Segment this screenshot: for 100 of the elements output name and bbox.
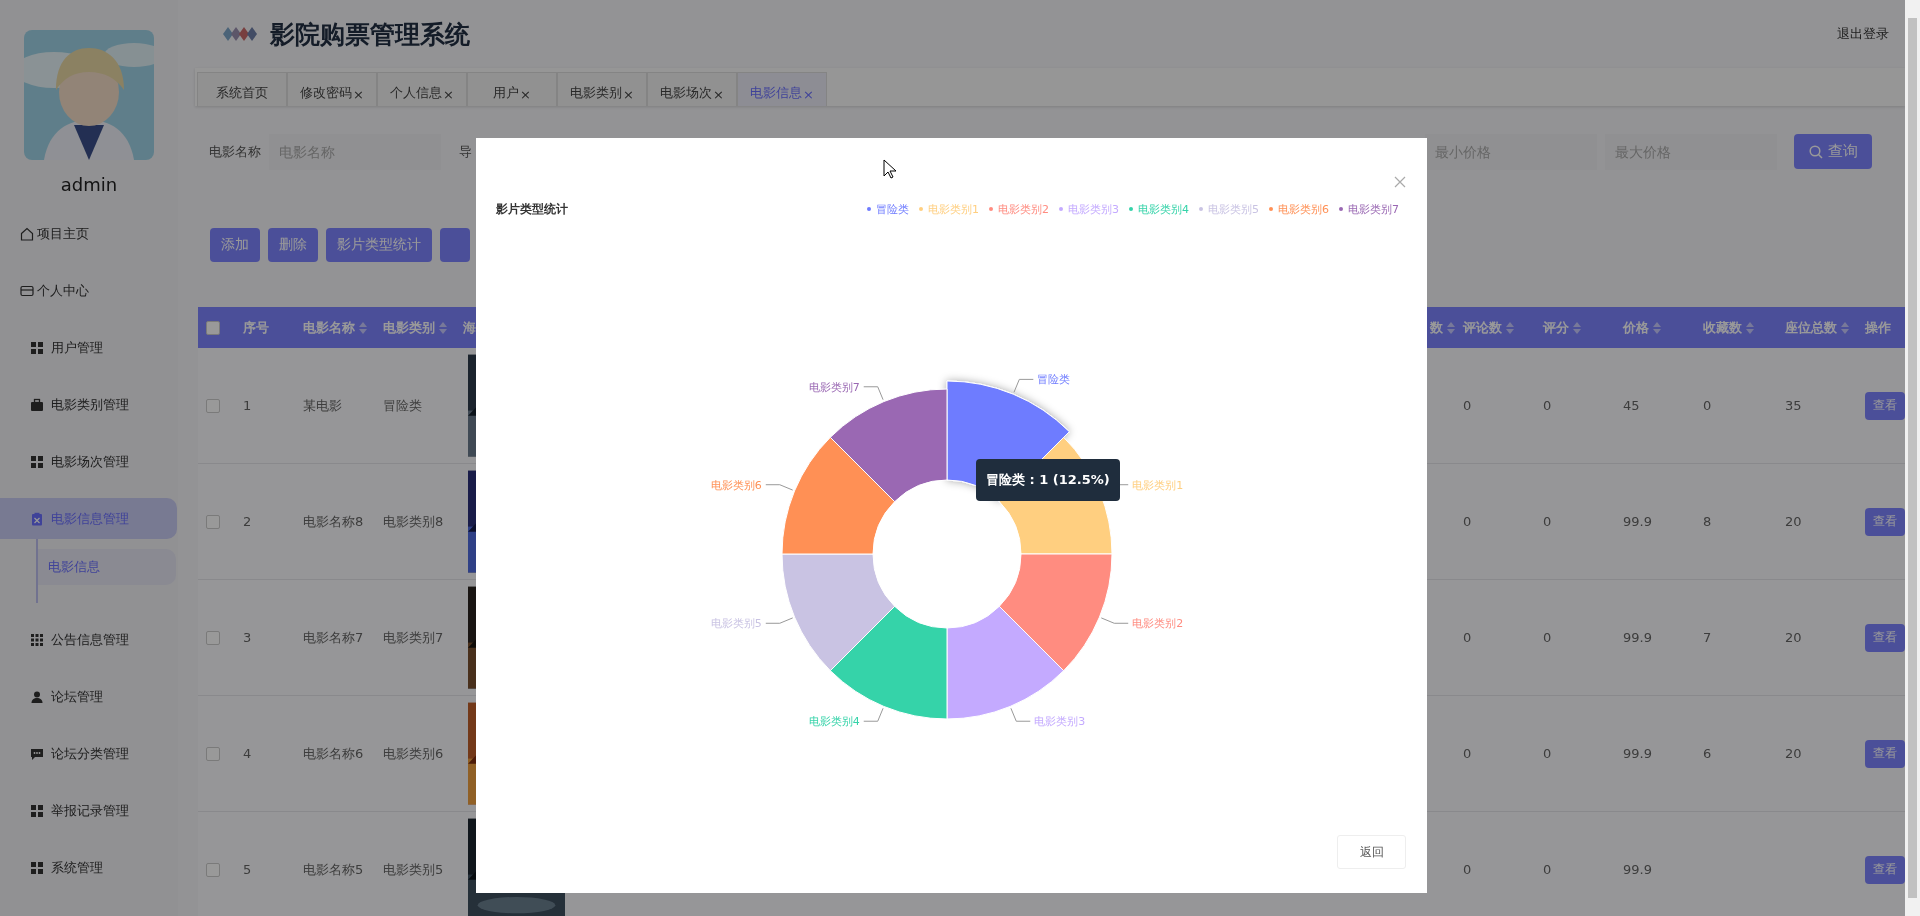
- column-header: 座位总数: [1785, 318, 1837, 337]
- sidebar-item[interactable]: 系统管理: [0, 847, 177, 888]
- sort-icon: [1447, 321, 1455, 334]
- grid-icon: [30, 803, 44, 818]
- chart-label: 电影类别6: [710, 478, 762, 492]
- table-cell: 6: [1703, 746, 1712, 761]
- tab[interactable]: 系统首页: [197, 72, 287, 106]
- chat-icon: [30, 746, 44, 761]
- sidebar-item[interactable]: 公告信息管理: [0, 619, 177, 660]
- tab[interactable]: 用户×: [467, 72, 557, 106]
- sort-icon: [359, 321, 367, 334]
- tab[interactable]: 修改密码×: [287, 72, 377, 106]
- view-button[interactable]: 查看: [1865, 391, 1905, 420]
- sidebar-item[interactable]: 个人中心: [0, 270, 177, 311]
- home-icon: [20, 226, 34, 241]
- table-cell: 35: [1785, 398, 1802, 413]
- column-header: 价格: [1623, 318, 1649, 337]
- table-cell: 电影类别8: [383, 512, 444, 531]
- checkbox[interactable]: [206, 862, 220, 877]
- view-button[interactable]: 查看: [1865, 623, 1905, 652]
- search-button[interactable]: 查询: [1794, 134, 1872, 169]
- table-cell: 2: [243, 514, 252, 529]
- view-button[interactable]: 查看: [1865, 739, 1905, 768]
- sidebar-item[interactable]: 电影类别管理: [0, 384, 177, 425]
- column-header: 操作: [1865, 318, 1891, 337]
- checkbox[interactable]: [206, 320, 220, 335]
- legend-label[interactable]: 冒险类: [876, 201, 909, 217]
- leader-line: [863, 386, 884, 401]
- back-button[interactable]: 返回: [1337, 835, 1406, 869]
- tab[interactable]: 个人信息×: [377, 72, 467, 106]
- checkbox[interactable]: [206, 514, 220, 529]
- close-icon[interactable]: ×: [353, 87, 364, 102]
- table-cell: 电影类别7: [383, 628, 444, 647]
- tab[interactable]: 电影场次×: [647, 72, 737, 106]
- table-cell: 0: [1543, 862, 1552, 877]
- checkbox[interactable]: [206, 746, 220, 761]
- app-title: 影院购票管理系统: [270, 18, 470, 51]
- action-button[interactable]: 影片类型统计: [326, 228, 432, 262]
- tab[interactable]: 电影类别×: [557, 72, 647, 106]
- view-button[interactable]: 查看: [1865, 507, 1905, 536]
- table-cell: 0: [1543, 398, 1552, 413]
- user-icon: [30, 689, 44, 704]
- column-header: 序号: [243, 318, 269, 337]
- table-cell: 20: [1785, 630, 1802, 645]
- view-button[interactable]: 查看: [1865, 855, 1905, 884]
- close-icon[interactable]: ×: [623, 87, 634, 102]
- table-cell: 电影类别5: [383, 860, 444, 879]
- chart-label: 电影类别7: [808, 380, 860, 394]
- submenu-item[interactable]: 电影信息: [38, 549, 176, 585]
- table-cell: 4: [243, 746, 252, 761]
- table-cell: 0: [1463, 862, 1472, 877]
- column-header: 电影类别: [383, 318, 435, 337]
- table-cell: 0: [1543, 514, 1552, 529]
- clipboard-icon: [30, 511, 44, 526]
- close-icon[interactable]: ×: [443, 87, 454, 102]
- grid-icon: [30, 632, 44, 647]
- sort-icon: [1506, 321, 1514, 334]
- grid-icon: [30, 860, 44, 875]
- sidebar-item[interactable]: 举报记录管理: [0, 790, 177, 831]
- chart-label: 冒险类: [1037, 373, 1071, 387]
- sidebar-item[interactable]: 项目主页: [0, 213, 177, 254]
- table-cell: 0: [1463, 746, 1472, 761]
- close-icon[interactable]: ×: [803, 87, 814, 102]
- leader-line: [765, 617, 794, 624]
- column-header: 电影名称: [303, 318, 355, 337]
- column-header: 数: [1430, 318, 1443, 337]
- sidebar-item[interactable]: 用户管理: [0, 327, 177, 368]
- legend-label[interactable]: 电影类别7: [1348, 201, 1399, 217]
- leader-line: [765, 484, 794, 491]
- table-cell: 0: [1463, 398, 1472, 413]
- close-icon[interactable]: ×: [520, 87, 531, 102]
- action-button[interactable]: [440, 228, 470, 262]
- sidebar-item[interactable]: 电影场次管理: [0, 441, 177, 482]
- leader-line: [1010, 707, 1031, 722]
- table-cell: 0: [1463, 630, 1472, 645]
- sidebar-item[interactable]: 论坛分类管理: [0, 733, 177, 774]
- action-button[interactable]: 添加: [210, 228, 260, 262]
- chart-tooltip: 冒险类 : 1 (12.5%): [976, 459, 1120, 501]
- tab[interactable]: 电影信息×: [737, 72, 827, 106]
- table-cell: 8: [1703, 514, 1712, 529]
- leader-line: [863, 707, 884, 722]
- action-button[interactable]: 删除: [268, 228, 318, 262]
- table-cell: 99.9: [1623, 746, 1652, 761]
- close-icon[interactable]: ×: [713, 87, 724, 102]
- sort-icon: [1653, 321, 1661, 334]
- table-cell: 20: [1785, 746, 1802, 761]
- scrollbar[interactable]: [1905, 0, 1920, 916]
- table-cell: 电影名称7: [303, 628, 364, 647]
- logout-link[interactable]: 退出登录: [1837, 25, 1889, 43]
- field-label: 导: [459, 142, 472, 161]
- table-cell: 电影类别6: [383, 744, 444, 763]
- close-icon[interactable]: [1394, 176, 1406, 188]
- table-cell: 某电影: [303, 396, 342, 415]
- checkbox[interactable]: [206, 630, 220, 645]
- column-header: 评分: [1543, 318, 1569, 337]
- search-icon: [1808, 144, 1823, 159]
- checkbox[interactable]: [206, 398, 220, 413]
- leader-line: [1100, 617, 1129, 624]
- table-cell: 0: [1543, 630, 1552, 645]
- sidebar-item[interactable]: 论坛管理: [0, 676, 177, 717]
